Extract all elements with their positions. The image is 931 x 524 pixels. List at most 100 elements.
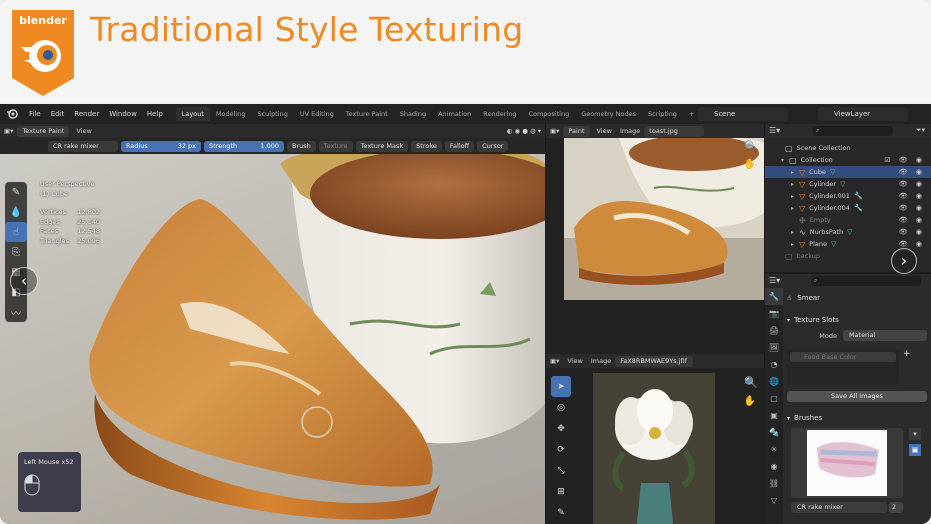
object-tab-icon[interactable]: ▣ — [765, 407, 783, 424]
cursor-menu[interactable]: Cursor — [477, 140, 509, 152]
zoom-icon[interactable]: 🔍 — [744, 140, 758, 153]
tab-geometry-nodes[interactable]: Geometry Nodes — [575, 107, 642, 121]
editor-type-icon[interactable]: ▣▾ — [546, 357, 563, 365]
annotate-tool-icon[interactable]: 〰 — [5, 302, 27, 322]
output-tab-icon[interactable]: 🖨 — [765, 322, 783, 339]
tool-tab-icon[interactable]: 🔧 — [765, 288, 783, 305]
physics-tab-icon[interactable]: ◉ — [765, 458, 783, 475]
texture-slots-header[interactable]: ▾ Texture Slots — [787, 314, 927, 326]
move-tool-icon[interactable]: ✥ — [551, 418, 571, 439]
texture-menu[interactable]: Texture — [318, 140, 353, 152]
cursor-tool-icon[interactable]: ◎ — [551, 397, 571, 418]
properties-search-input[interactable]: ⌕ — [811, 276, 921, 286]
brush-menu[interactable]: Brush — [287, 140, 316, 152]
image-editor-top[interactable]: ▣▾ Paint View Image toast.jpg 🔍 ✋ — [546, 124, 764, 354]
texture-mask-menu[interactable]: Texture Mask — [355, 140, 409, 152]
tab-rendering[interactable]: Rendering — [477, 107, 522, 121]
blender-menu-icon[interactable] — [6, 108, 18, 120]
tab-sculpting[interactable]: Sculpting — [251, 107, 293, 121]
tab-compositing[interactable]: Compositing — [522, 107, 575, 121]
menu-help[interactable]: Help — [142, 110, 168, 118]
pan-hand-icon[interactable]: ✋ — [744, 159, 756, 170]
draw-tool-icon[interactable]: ✎ — [5, 182, 27, 202]
brush-preview-box[interactable] — [791, 428, 903, 498]
visibility-icons[interactable]: 👁 ◉ — [899, 168, 925, 176]
brushes-header[interactable]: ▾ Brushes — [787, 412, 927, 424]
radius-field[interactable]: Radius 32 px — [121, 140, 201, 152]
3d-viewport[interactable]: ▣▾ Texture Paint View ◐ ◉ ● ◍ ▾ CR rake … — [0, 124, 545, 524]
particles-tab-icon[interactable]: ✳ — [765, 441, 783, 458]
mode-dropdown[interactable]: Material — [843, 330, 927, 341]
view-layer-tab-icon[interactable]: 🖼 — [765, 339, 783, 356]
image-view-menu[interactable]: View — [563, 357, 586, 365]
modifier-tab-icon[interactable]: 🔩 — [765, 424, 783, 441]
outliner-row-scene-collection[interactable]: ▢ Scene Collection — [765, 142, 931, 154]
view-layer-selector[interactable]: ViewLayer — [818, 107, 908, 121]
tab-layout[interactable]: Layout — [175, 107, 210, 121]
outliner-row-cylinder-001[interactable]: ▸ ▽ Cylinder.001 🔧 👁 ◉ — [765, 190, 931, 202]
tab-animation[interactable]: Animation — [432, 107, 477, 121]
editor-type-icon[interactable]: ☰▾ — [769, 276, 780, 285]
image-paint-mode[interactable]: Paint — [563, 125, 590, 137]
smear-tool-icon[interactable]: ☝ — [5, 222, 27, 242]
menu-render[interactable]: Render — [69, 110, 104, 118]
scale-tool-icon[interactable]: ⤡ — [551, 460, 571, 481]
visibility-icons[interactable]: 👁 ◉ — [899, 228, 925, 236]
editor-type-icon[interactable]: ▣▾ — [546, 127, 563, 135]
mode-selector[interactable]: Texture Paint — [17, 125, 70, 137]
image-name-field[interactable]: FaX8RBMWAE9Ys.jfif — [615, 355, 694, 367]
outliner-row-cylinder[interactable]: ▸ ▽ Cylinder ▽ 👁 ◉ — [765, 178, 931, 190]
menu-edit[interactable]: Edit — [46, 110, 70, 118]
shading-icons[interactable]: ◐ ◉ ● ◍ ▾ — [503, 127, 545, 135]
menu-window[interactable]: Window — [104, 110, 142, 118]
world-tab-icon[interactable]: 🌐 — [765, 373, 783, 390]
visibility-icons[interactable]: 👁 ◉ — [899, 240, 925, 248]
soften-tool-icon[interactable]: 💧 — [5, 202, 27, 222]
annotate-tool-icon[interactable]: ✎ — [551, 502, 571, 523]
transform-tool-icon[interactable]: ⊞ — [551, 481, 571, 502]
previous-arrow-icon[interactable]: ‹ — [10, 267, 38, 295]
constraints-tab-icon[interactable]: ⛓ — [765, 475, 783, 492]
clone-tool-icon[interactable]: ⎘ — [5, 242, 27, 262]
image-view-menu[interactable]: View — [593, 127, 616, 135]
brush-users-count[interactable]: 2 — [889, 502, 903, 513]
brush-name-field[interactable]: CR rake mixer — [791, 502, 887, 513]
outliner-row-nurbspath[interactable]: ▸ ∿ NurbsPath ▽ 👁 ◉ — [765, 226, 931, 238]
stroke-menu[interactable]: Stroke — [411, 140, 442, 152]
view-menu[interactable]: View — [72, 127, 95, 135]
texture-slot-list[interactable]: Food Base Color — [787, 349, 899, 385]
visibility-icons[interactable]: 👁 ◉ — [899, 192, 925, 200]
visibility-icons[interactable]: ☑ 👁 ◉ — [884, 156, 925, 164]
data-tab-icon[interactable]: ▽ — [765, 492, 783, 509]
outliner-row-cube[interactable]: ▸ ▽ Cube ▽ 👁 ◉ — [765, 166, 931, 178]
filter-icon[interactable]: ⏷▾ — [916, 126, 925, 135]
visibility-icons[interactable]: 👁 ◉ — [899, 216, 925, 224]
image-editor-bottom[interactable]: ▣▾ View Image FaX8RBMWAE9Ys.jfif ➤ ◎ ✥ ⟳… — [546, 354, 764, 524]
image-image-menu[interactable]: Image — [587, 357, 615, 365]
search-input[interactable]: ⌕ — [813, 126, 893, 136]
zoom-icon[interactable]: 🔍 — [744, 376, 758, 389]
scene-selector[interactable]: Scene — [698, 107, 788, 121]
falloff-menu[interactable]: Falloff — [444, 140, 475, 152]
editor-type-icon[interactable]: ▣▾ — [0, 127, 17, 135]
tab-scripting[interactable]: Scripting — [642, 107, 683, 121]
outliner-row-collection[interactable]: ▾ ▢ Collection ☑ 👁 ◉ — [765, 154, 931, 166]
brush-selector[interactable]: CR rake mixer — [48, 140, 118, 152]
rotate-tool-icon[interactable]: ⟳ — [551, 439, 571, 460]
tab-uv-editing[interactable]: UV Editing — [294, 107, 340, 121]
select-cursor-icon[interactable]: ➤ — [551, 376, 571, 397]
next-arrow-icon[interactable]: › — [891, 248, 917, 274]
collection-tab-icon[interactable]: ▢ — [765, 390, 783, 407]
scene-tab-icon[interactable]: ◔ — [765, 356, 783, 373]
menu-file[interactable]: File — [24, 110, 46, 118]
outliner-row-cylinder-004[interactable]: ▸ ▽ Cylinder.004 🔧 👁 ◉ — [765, 202, 931, 214]
editor-type-icon[interactable]: ☰▾ — [769, 126, 780, 135]
visibility-icons[interactable]: 👁 ◉ — [899, 180, 925, 188]
brush-image-icon[interactable]: ▣ — [909, 444, 921, 456]
tab-texture-paint[interactable]: Texture Paint — [340, 107, 394, 121]
add-slot-button[interactable]: + — [903, 349, 915, 385]
tab-shading[interactable]: Shading — [394, 107, 432, 121]
visibility-icons[interactable]: 👁 ◉ — [899, 204, 925, 212]
strength-field[interactable]: Strength 1.000 — [204, 140, 284, 152]
image-image-menu[interactable]: Image — [616, 127, 644, 135]
